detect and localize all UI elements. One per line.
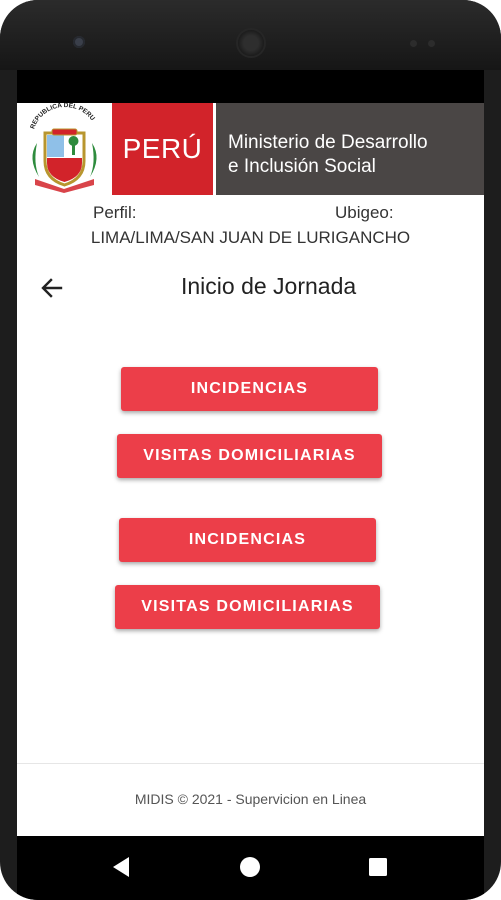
phone-frame: REPUBLICA DEL PERU PERÚ Ministerio de De… [0,0,501,900]
ministry-line-1: Ministerio de Desarrollo [228,132,428,153]
circle-home-icon[interactable] [239,856,261,883]
ministry-name: Ministerio de Desarrollo e Inclusión Soc… [216,103,484,195]
title-bar: Inicio de Jornada [17,268,484,308]
peru-brand-label: PERÚ [112,103,213,195]
ubigeo-label: Ubigeo: [335,203,394,222]
ministry-line-2: e Inclusión Social [228,156,376,177]
visitas-domiciliarias-button-2[interactable]: VISITAS DOMICILIARIAS [115,585,380,629]
footer-divider [17,763,484,764]
svg-text:REPUBLICA DEL PERU: REPUBLICA DEL PERU [29,103,96,130]
earpiece-speaker [238,30,264,56]
page-title: Inicio de Jornada [181,273,357,299]
triangle-back-icon[interactable] [111,856,131,883]
footer-text: MIDIS © 2021 - Supervicion en Linea [134,791,367,807]
square-recents-icon[interactable] [368,857,388,882]
incidencias-button[interactable]: INCIDENCIAS [121,367,378,411]
peru-coat-of-arms-logo: REPUBLICA DEL PERU [17,103,112,195]
location-text: LIMA/LIMA/SAN JUAN DE LURIGANCHO [90,228,411,247]
app-screen: REPUBLICA DEL PERU PERÚ Ministerio de De… [17,103,484,836]
front-camera [73,36,85,48]
light-sensor [428,40,435,47]
visitas-domiciliarias-button[interactable]: VISITAS DOMICILIARIAS [117,434,382,478]
system-navigation-bar [17,836,484,900]
status-bar [17,70,484,103]
perfil-label: Perfil: [93,203,137,222]
arrow-left-icon[interactable] [39,275,65,301]
proximity-sensor [410,40,417,47]
incidencias-button-2[interactable]: INCIDENCIAS [119,518,376,562]
app-header: REPUBLICA DEL PERU PERÚ Ministerio de De… [17,103,484,195]
